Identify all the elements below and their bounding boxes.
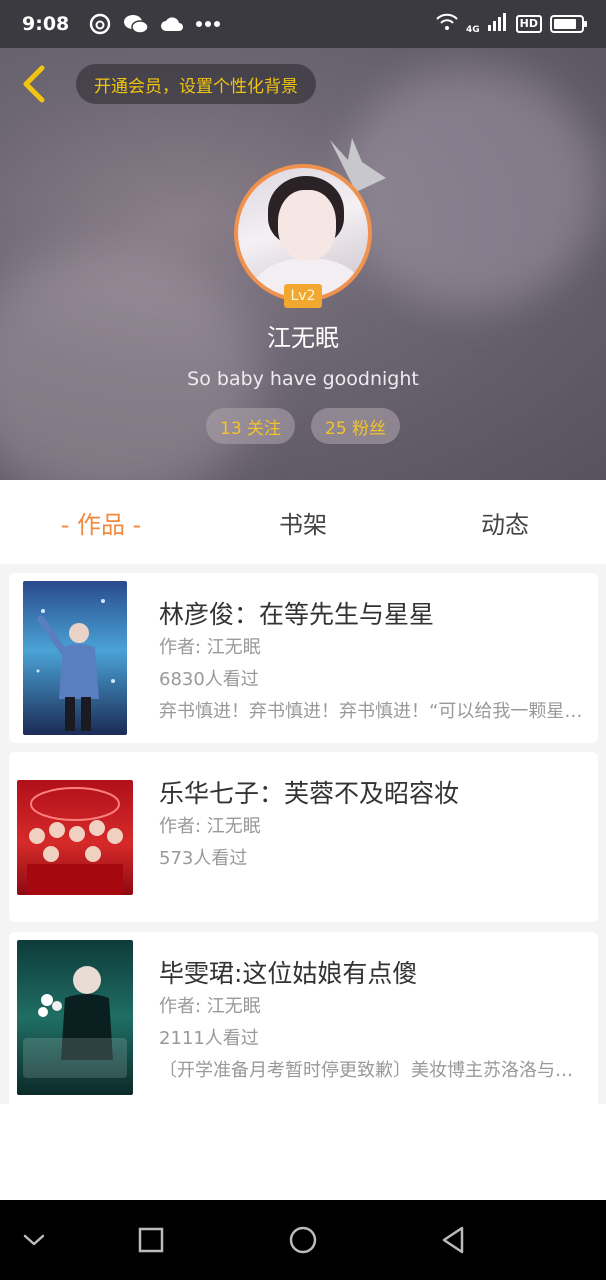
book-cover-image [23,581,127,735]
following-count[interactable]: 13 关注 [206,408,296,444]
vip-background-button[interactable]: 开通会员，设置个性化背景 [76,64,316,104]
list-footer-space [0,1104,606,1200]
work-description: 〔开学准备月考暂时停更致歉〕美妆博主苏洛洛与她的故事 [159,1060,584,1081]
hd-badge: HD [515,15,542,33]
network-type: 4G [466,25,480,35]
circle-icon [289,1226,317,1254]
status-time: 9:08 [22,13,70,35]
followers-count[interactable]: 25 粉丝 [311,408,401,444]
work-views: 2111人看过 [159,1028,259,1049]
work-author: 作者: 江无眠 [159,816,261,837]
back-arrow-icon [23,65,45,103]
work-item[interactable]: 林彦俊：在等先生与星星 作者: 江无眠 6830人看过 弃书慎进！弃书慎进！弃书… [9,573,598,743]
chevron-down-icon [23,1234,45,1246]
more-notifications-icon [195,11,221,37]
work-item[interactable]: 毕雯珺:这位姑娘有点傻 作者: 江无眠 2111人看过 〔开学准备月考暂时停更致… [9,932,598,1104]
nav-recents-button[interactable] [131,1220,171,1260]
work-views: 6830人看过 [159,669,259,690]
system-navigation-bar [0,1200,606,1280]
nav-back-button[interactable] [433,1220,473,1260]
work-views: 573人看过 [159,848,248,869]
battery-icon [550,15,587,33]
profile-tabs: - 作品 - 书架 动态 [0,480,606,564]
work-author: 作者: 江无眠 [159,637,261,658]
level-badge: Lv2 [284,284,322,308]
cloud-icon [159,11,185,37]
nav-home-button[interactable] [283,1220,323,1260]
signal-icon [487,13,508,35]
status-bar: 9:08 4G HD [0,0,606,48]
work-title: 林彦俊：在等先生与星星 [159,600,435,629]
wechat-icon [123,11,150,37]
work-title: 乐华七子：芙蓉不及昭容妆 [159,779,460,808]
avatar[interactable] [234,164,372,302]
square-icon [138,1227,164,1253]
book-cover-image [17,780,133,895]
username: 江无眠 [267,324,339,352]
back-button[interactable] [16,62,50,106]
work-item[interactable]: 乐华七子：芙蓉不及昭容妆 作者: 江无眠 573人看过 [9,752,598,922]
nav-hide-button[interactable] [14,1220,54,1260]
profile-bio: So baby have goodnight [187,368,419,390]
work-description: 弃书慎进！弃书慎进！弃书慎进！“可以给我一颗星星吗？” [159,701,584,722]
work-title: 毕雯珺:这位姑娘有点傻 [159,959,418,988]
work-author: 作者: 江无眠 [159,996,261,1017]
triangle-back-icon [442,1226,464,1254]
profile-header: 开通会员，设置个性化背景 Lv2 江无眠 So baby have goodni… [0,48,606,480]
tab-bookshelf[interactable]: 书架 [202,480,404,564]
tab-activity[interactable]: 动态 [404,480,606,564]
wifi-icon [436,13,458,35]
netease-music-icon [87,11,113,37]
book-cover-image [17,940,133,1095]
tab-works[interactable]: - 作品 - [0,480,202,564]
